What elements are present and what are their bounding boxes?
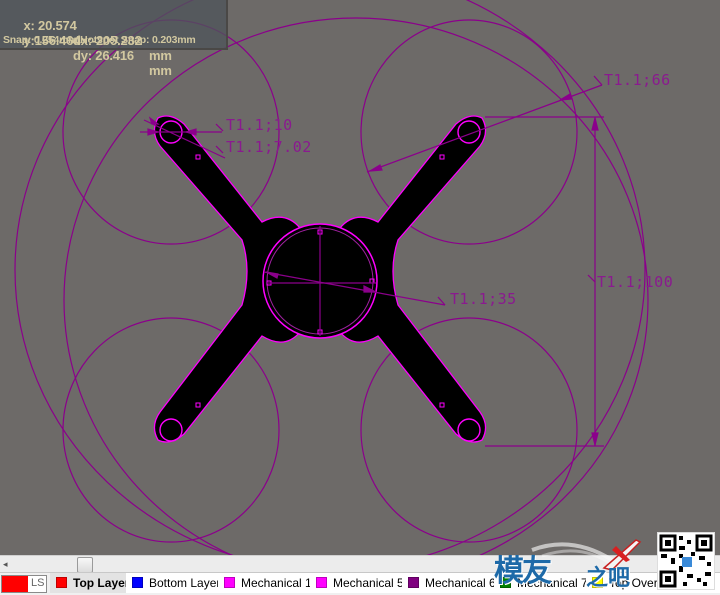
snap-info: Snap: 0.254mm Hotspot Snap: 0.203mm [3, 34, 196, 46]
span-dimension [485, 116, 604, 447]
layer-color-swatch [408, 577, 419, 588]
dimension-label-35: T1.1;35 [450, 290, 517, 308]
dimension-label-7-02: T1.1;7.02 [226, 138, 312, 156]
tab-label: Mechanical 5 [333, 576, 403, 590]
dimension-label-10: T1.1;10 [226, 116, 293, 134]
delta-y: dy: 26.416 [73, 48, 134, 63]
tab-mechanical-1[interactable]: Mechanical 1 [218, 573, 311, 593]
delta-y-unit: mm [149, 63, 172, 78]
pcb-canvas[interactable]: T1.1;10 T1.1;7.02 T1.1;66 T1.1;100 T1.1;… [0, 0, 720, 555]
tab-mechanical-6[interactable]: Mechanical 6 [402, 573, 495, 593]
scrollbar-thumb[interactable] [77, 557, 93, 573]
layer-set-button[interactable]: LS [31, 577, 44, 589]
tab-label: Mechanical 1 [241, 576, 311, 590]
tab-label: Bottom Layer [149, 576, 219, 590]
current-layer-indicator[interactable]: LS [1, 575, 47, 593]
layer-color-swatch [224, 577, 235, 588]
watermark-text: 模友 [494, 554, 552, 589]
qr-code-icon [657, 532, 715, 590]
coordinate-hud: x: 20.574 dx:-205.232 mm y:156.464 dy: 2… [0, 0, 228, 78]
delta-x-unit: mm [149, 48, 172, 63]
tab-label: Top Layer [73, 576, 127, 590]
layer-color-swatch [56, 577, 67, 588]
watermark-text-sub: 之吧 [586, 566, 631, 591]
tab-top-layer[interactable]: Top Layer [50, 573, 127, 593]
dimension-label-100: T1.1;100 [597, 273, 674, 291]
scroll-left-arrow-icon[interactable]: ◂ [3, 559, 8, 570]
tab-label: Mechanical 6 [425, 576, 495, 590]
layer-color-swatch [132, 577, 143, 588]
tab-mechanical-5[interactable]: Mechanical 5 [310, 573, 403, 593]
layer-color-swatch [316, 577, 327, 588]
tab-bottom-layer[interactable]: Bottom Layer [126, 573, 219, 593]
dimension-label-66: T1.1;66 [604, 71, 671, 89]
current-layer-swatch [2, 576, 28, 592]
